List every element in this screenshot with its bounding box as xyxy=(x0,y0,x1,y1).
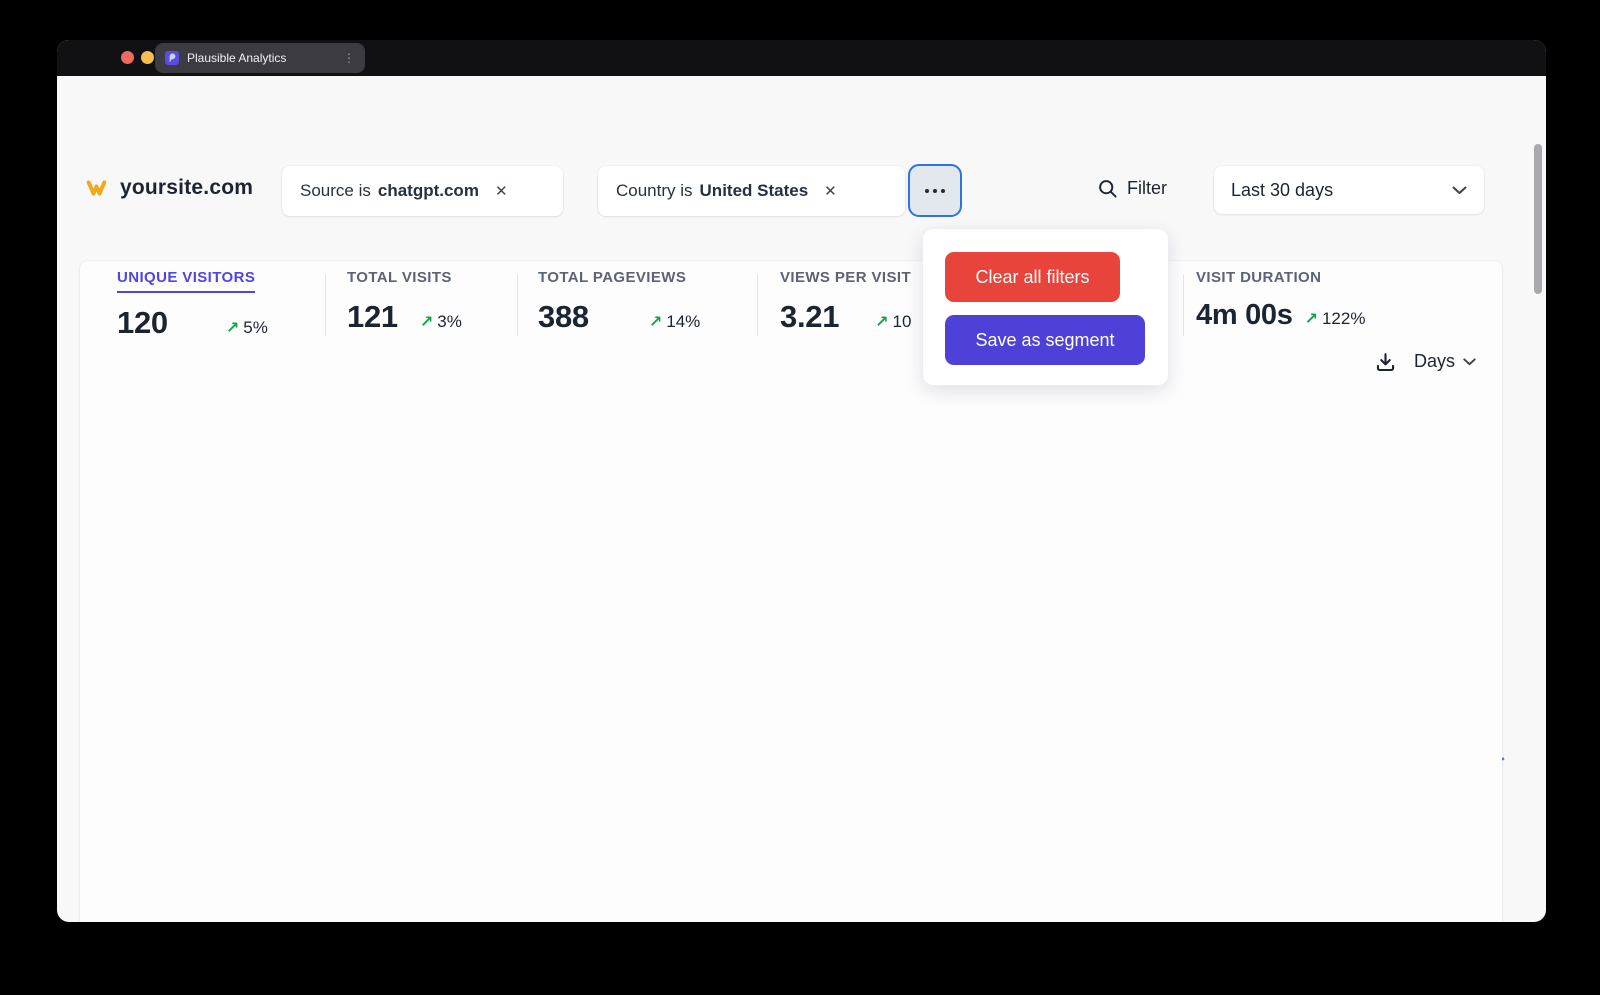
clear-all-filters-button[interactable]: Clear all filters xyxy=(945,252,1120,302)
site-name: yoursite.com xyxy=(120,176,253,200)
search-icon xyxy=(1098,179,1118,199)
stat-label: TOTAL PAGEVIEWS xyxy=(538,269,686,286)
stat-value: 121 xyxy=(347,299,398,335)
filter-pill-source[interactable]: Source is chatgpt.com ✕ xyxy=(282,166,563,216)
stat-value: 4m 00s xyxy=(1196,299,1293,332)
stat-value: 120 xyxy=(117,305,168,341)
ellipsis-icon xyxy=(924,188,946,194)
stat-value: 3.21 xyxy=(780,299,839,335)
stat-total-pageviews[interactable]: TOTAL PAGEVIEWS 388 ↗14% xyxy=(538,269,700,335)
filter-pill-prefix: Source is xyxy=(300,181,371,201)
stat-divider xyxy=(325,274,326,336)
filter-pill-prefix: Country is xyxy=(616,181,693,201)
scrollbar-thumb[interactable] xyxy=(1534,144,1542,294)
filter-button-label: Filter xyxy=(1127,178,1167,199)
chevron-down-icon xyxy=(1463,358,1476,366)
stat-visit-duration[interactable]: VISIT DURATION 4m 00s ↗122% xyxy=(1196,269,1365,332)
site-favicon-icon xyxy=(85,177,108,199)
trend-up-icon: ↗ xyxy=(649,312,662,332)
stat-divider xyxy=(517,274,518,336)
chevron-down-icon xyxy=(1452,186,1467,195)
export-download-button[interactable] xyxy=(1375,352,1396,372)
stat-change-badge: ↗122% xyxy=(1305,309,1366,329)
trend-up-icon: ↗ xyxy=(420,312,433,332)
stat-change-badge: ↗3% xyxy=(420,312,462,332)
tab-title: Plausible Analytics xyxy=(187,51,335,65)
filter-pill-value: United States xyxy=(700,181,809,201)
trend-up-icon: ↗ xyxy=(226,318,239,338)
filter-pill-value: chatgpt.com xyxy=(378,181,479,201)
stats-card: UNIQUE VISITORS 120 ↗5% TOTAL VISITS 121… xyxy=(80,261,1502,922)
dashboard: 024684 Feb8 Feb12 Feb16 Feb20 Feb24 Feb2… xyxy=(57,76,1546,922)
browser-window: Plausible Analytics ⋮ 024684 Feb8 Feb12 … xyxy=(57,40,1546,922)
minimize-window-button[interactable] xyxy=(141,51,154,64)
stat-unique-visitors[interactable]: UNIQUE VISITORS 120 ↗5% xyxy=(117,269,268,341)
browser-tab[interactable]: Plausible Analytics ⋮ xyxy=(155,43,365,73)
stat-value: 388 xyxy=(538,299,589,335)
stat-label: TOTAL VISITS xyxy=(347,269,452,286)
stat-change-badge: ↗5% xyxy=(226,318,268,338)
date-range-select[interactable]: Last 30 days xyxy=(1214,166,1484,214)
date-range-value: Last 30 days xyxy=(1231,180,1452,201)
download-icon xyxy=(1375,352,1396,372)
remove-filter-icon[interactable]: ✕ xyxy=(824,182,837,200)
site-switcher[interactable]: yoursite.com xyxy=(85,176,253,200)
save-as-segment-button[interactable]: Save as segment xyxy=(945,315,1145,365)
interval-select[interactable]: Days xyxy=(1414,351,1476,372)
stat-views-per-visit[interactable]: VIEWS PER VISIT 3.21 ↗10 xyxy=(780,269,911,335)
trend-up-icon: ↗ xyxy=(1305,309,1318,329)
tab-menu-icon[interactable]: ⋮ xyxy=(343,51,355,65)
remove-filter-icon[interactable]: ✕ xyxy=(495,182,508,200)
close-window-button[interactable] xyxy=(121,51,134,64)
filter-actions-popover: Clear all filters Save as segment xyxy=(922,228,1169,386)
filter-button[interactable]: Filter xyxy=(1098,178,1167,199)
stat-divider xyxy=(1183,274,1184,336)
plausible-favicon-icon xyxy=(165,51,179,65)
trend-up-icon: ↗ xyxy=(875,312,888,332)
more-filters-button[interactable] xyxy=(908,164,962,217)
filter-pill-country[interactable]: Country is United States ✕ xyxy=(598,166,905,216)
stat-change-badge: ↗10 xyxy=(875,312,911,332)
stat-change-badge: ↗14% xyxy=(649,312,700,332)
stat-divider xyxy=(757,274,758,336)
stat-total-visits[interactable]: TOTAL VISITS 121 ↗3% xyxy=(347,269,462,335)
stat-label: VIEWS PER VISIT xyxy=(780,269,911,286)
titlebar: Plausible Analytics ⋮ xyxy=(57,40,1546,76)
stat-label: VISIT DURATION xyxy=(1196,269,1321,286)
interval-value: Days xyxy=(1414,351,1455,372)
stat-label: UNIQUE VISITORS xyxy=(117,269,255,293)
